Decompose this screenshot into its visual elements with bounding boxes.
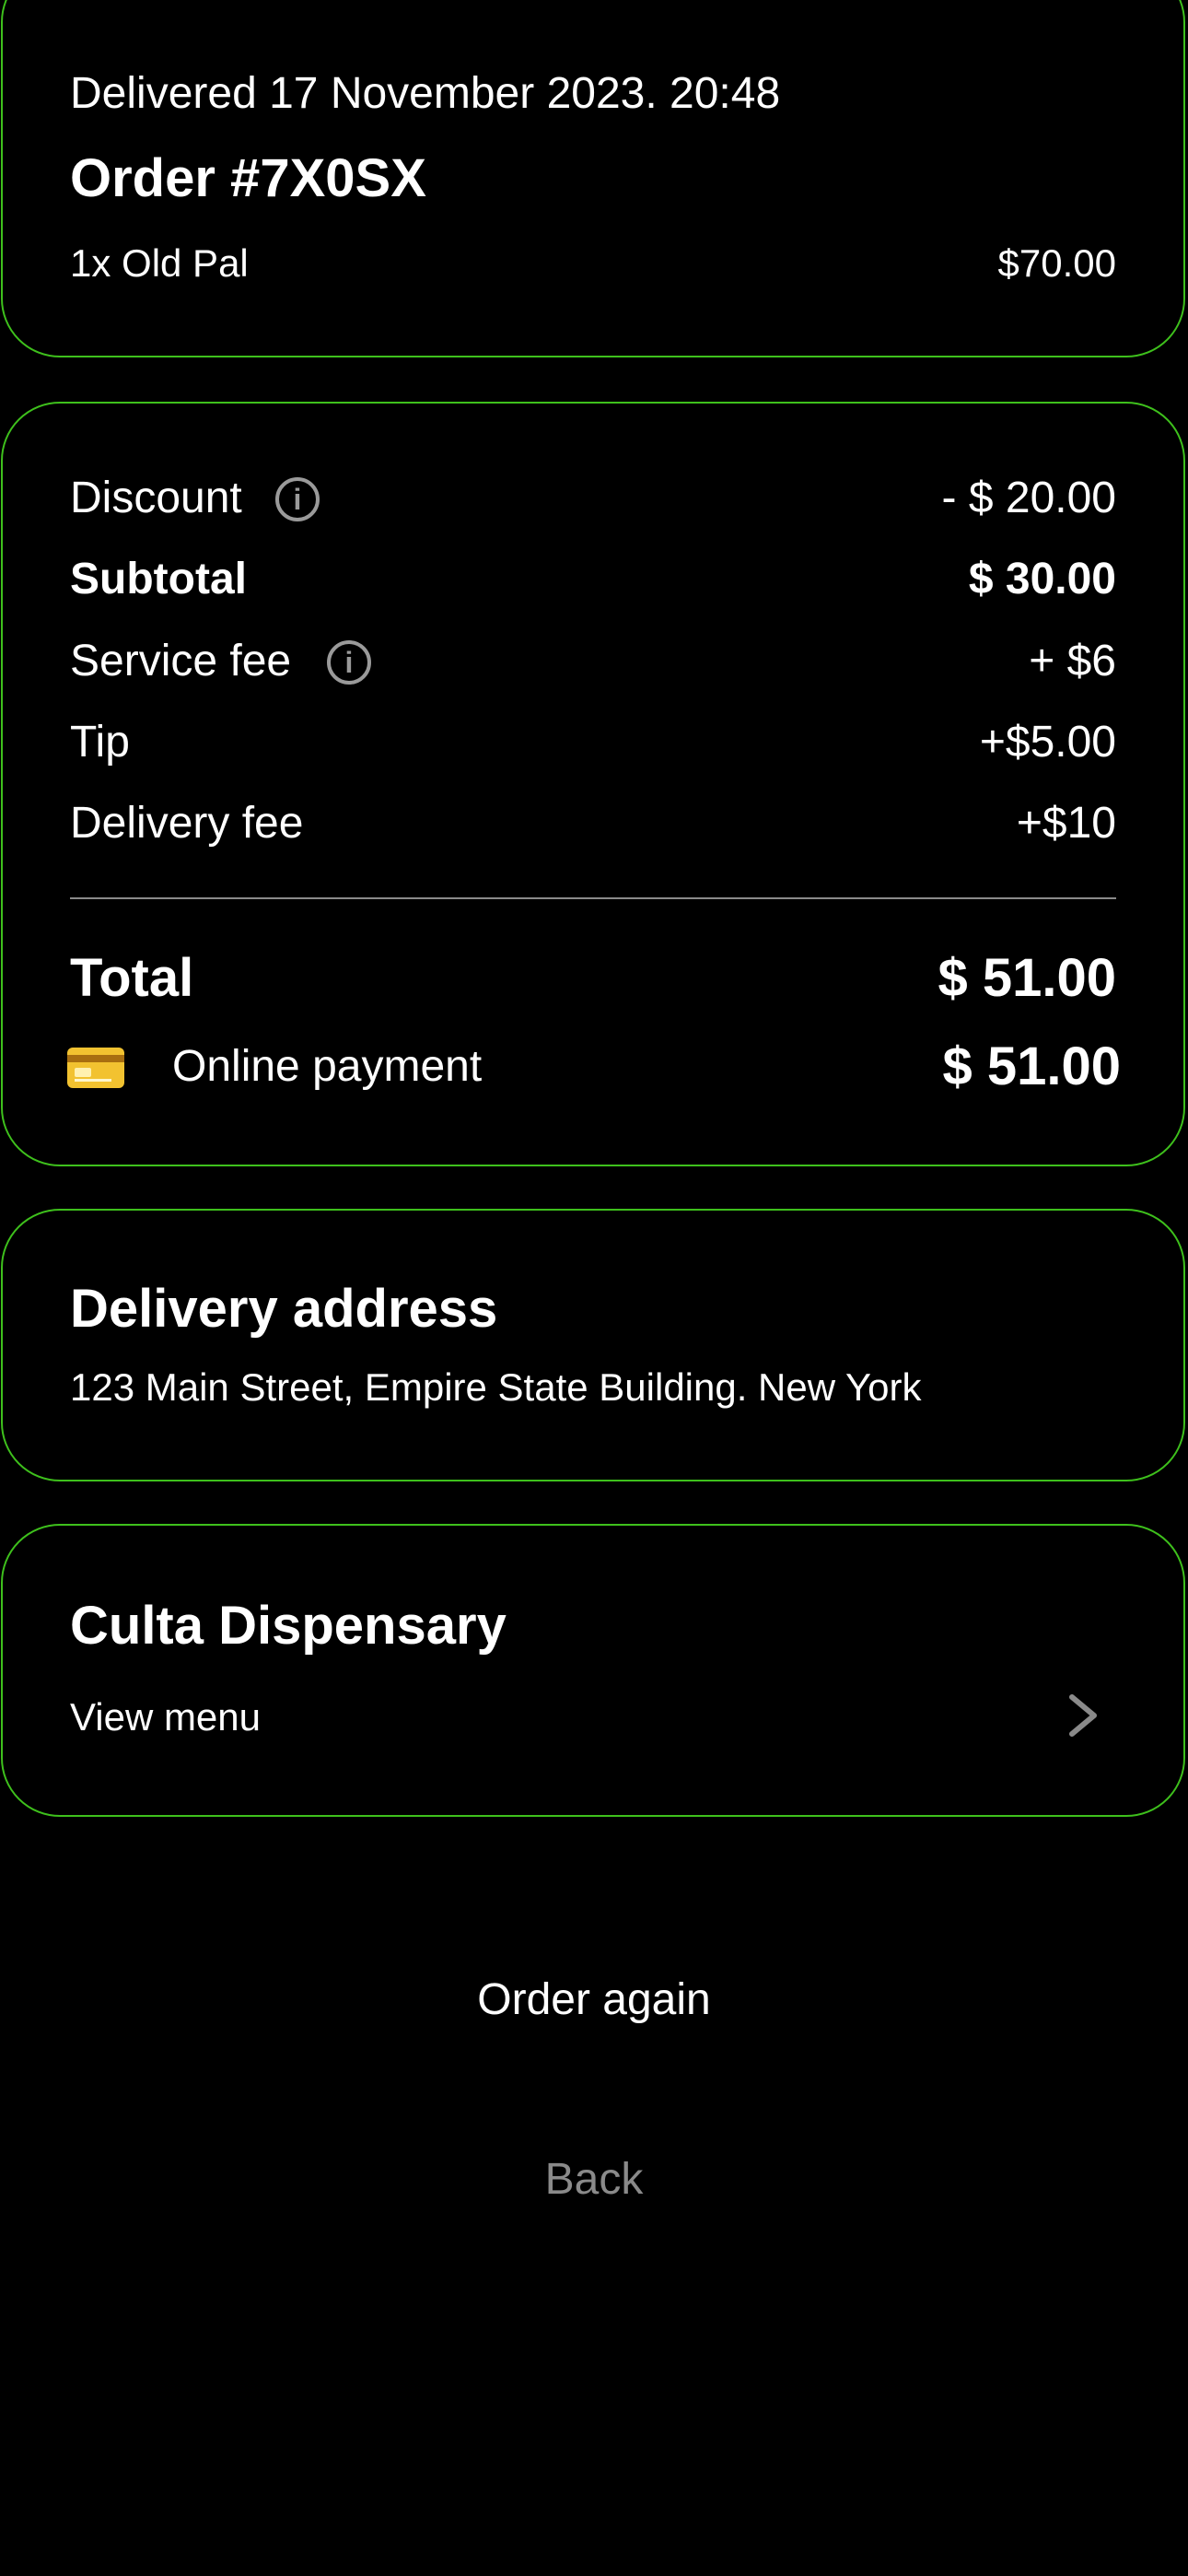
chevron-right-icon[interactable] [1065, 1693, 1103, 1738]
tip-value: +$5.00 [979, 718, 1116, 767]
discount-value: - $ 20.00 [941, 474, 1116, 522]
payment-method-label: Online payment [172, 1042, 483, 1091]
delivery-fee-value: +$10 [1016, 799, 1116, 848]
order-header-card: Delivered 17 November 2023. 20:48 Order … [1, 0, 1185, 357]
store-card[interactable]: Culta Dispensary View menu [1, 1524, 1185, 1817]
delivery-address-heading: Delivery address [70, 1279, 498, 1339]
service-fee-info-icon[interactable]: i [327, 640, 371, 685]
subtotal-label: Subtotal [70, 555, 247, 603]
service-fee-label: Service fee [70, 637, 292, 685]
tip-label: Tip [70, 718, 130, 767]
delivery-fee-label: Delivery fee [70, 799, 304, 848]
order-item-price: $70.00 [997, 241, 1116, 285]
order-item-label: 1x Old Pal [70, 241, 249, 285]
delivery-address-card: Delivery address 123 Main Street, Empire… [1, 1209, 1185, 1481]
order-again-button[interactable]: Order again [0, 1974, 1188, 2025]
summary-divider [70, 897, 1116, 899]
back-button[interactable]: Back [0, 2154, 1188, 2205]
order-title: Order #7X0SX [70, 148, 426, 208]
payment-value: $ 51.00 [942, 1036, 1121, 1096]
total-value: $ 51.00 [938, 948, 1116, 1008]
discount-label: Discount [70, 474, 242, 522]
subtotal-value: $ 30.00 [968, 555, 1116, 603]
store-name: Culta Dispensary [70, 1596, 507, 1656]
view-menu-link[interactable]: View menu [70, 1695, 261, 1739]
credit-card-icon [67, 1048, 124, 1088]
delivery-address-text: 123 Main Street, Empire State Building. … [70, 1365, 922, 1409]
discount-info-icon[interactable]: i [275, 477, 320, 521]
order-status-line: Delivered 17 November 2023. 20:48 [70, 69, 781, 118]
total-label: Total [70, 948, 194, 1008]
service-fee-value: + $6 [1029, 637, 1116, 685]
